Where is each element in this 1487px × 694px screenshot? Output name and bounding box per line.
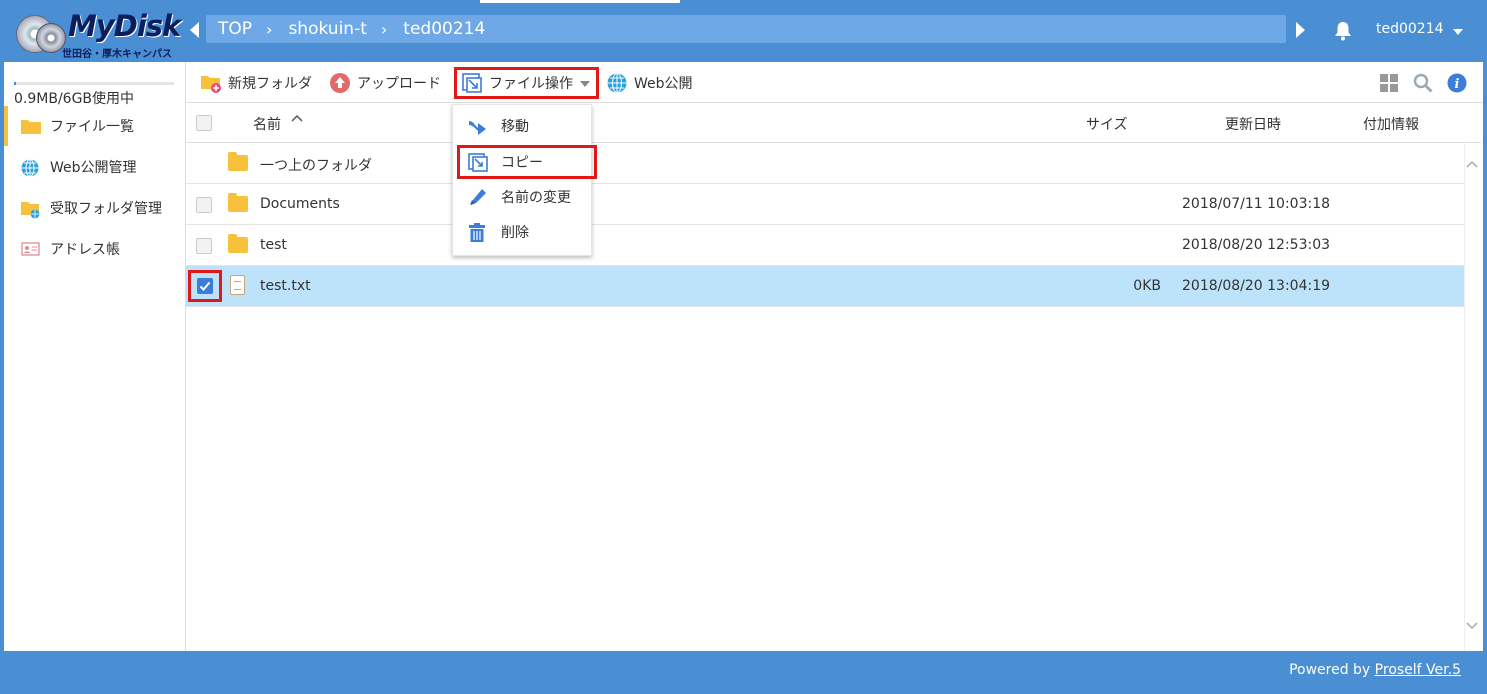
sort-ascending-icon[interactable]: [290, 112, 304, 128]
globe-icon: [20, 158, 42, 177]
trash-icon: [467, 223, 487, 242]
chevron-down-icon: [580, 81, 590, 87]
usage-text: 0.9MB/6GB使用中: [14, 91, 135, 107]
logo[interactable]: MyDisk 世田谷・厚木キャンパス: [14, 9, 181, 60]
svg-text:i: i: [1455, 77, 1460, 92]
column-header-extra[interactable]: 付加情報: [1363, 114, 1419, 134]
sidebar-item-receive-folder[interactable]: 受取フォルダ管理: [4, 188, 185, 228]
sidebar-item-label: 受取フォルダ管理: [50, 201, 162, 217]
breadcrumb-item-top[interactable]: TOP: [218, 19, 252, 39]
receive-folder-icon: [20, 199, 42, 219]
usage-bar: [14, 82, 174, 85]
menu-item-delete[interactable]: 削除: [453, 215, 593, 249]
sidebar-item-web-publish[interactable]: Web公開管理: [4, 147, 185, 187]
menu-item-label: 移動: [501, 119, 529, 135]
bell-icon[interactable]: [1334, 21, 1352, 41]
sidebar: 0.9MB/6GB使用中 ファイル一覧 Web公開管理 受取フォルダ管理 アドレ…: [4, 62, 186, 651]
row-name[interactable]: test.txt: [260, 278, 311, 294]
folder-icon: [228, 193, 248, 212]
scroll-up-icon[interactable]: [1466, 158, 1478, 172]
search-icon[interactable]: [1413, 73, 1433, 97]
toolbar-right-icons: i: [1379, 73, 1467, 97]
new-folder-label: 新規フォルダ: [228, 76, 312, 92]
sidebar-item-label: ファイル一覧: [50, 119, 134, 135]
upload-label: アップロード: [357, 76, 441, 92]
folder-icon: [228, 234, 248, 253]
chevron-down-icon[interactable]: [1453, 29, 1463, 35]
web-publish-label: Web公開: [634, 76, 693, 92]
grid-view-icon[interactable]: [1379, 73, 1399, 97]
menu-item-label: 削除: [501, 225, 529, 241]
breadcrumb-separator: ›: [266, 19, 273, 39]
sidebar-item-address-book[interactable]: アドレス帳: [4, 229, 185, 269]
sidebar-item-label: Web公開管理: [50, 160, 137, 176]
column-header-modified[interactable]: 更新日時: [1225, 114, 1281, 134]
copy-icon: [468, 153, 488, 172]
row-checkbox[interactable]: [196, 238, 212, 254]
file-operations-button[interactable]: ファイル操作: [454, 67, 599, 99]
row-name[interactable]: test: [260, 237, 287, 253]
table-row[interactable]: Documents 2018/07/11 10:03:18: [186, 184, 1464, 225]
menu-item-move[interactable]: 移動: [453, 109, 593, 143]
select-all-checkbox[interactable]: [196, 115, 212, 131]
vertical-scrollbar[interactable]: [1464, 143, 1481, 651]
row-name[interactable]: Documents: [260, 196, 340, 212]
upload-button[interactable]: アップロード: [329, 71, 441, 95]
breadcrumb-item-shokuin[interactable]: shokuin-t: [288, 19, 366, 39]
back-arrow-icon[interactable]: [190, 22, 199, 38]
breadcrumb-item-current[interactable]: ted00214: [403, 19, 485, 39]
move-icon: [467, 117, 487, 135]
checkmark-icon: [199, 281, 211, 291]
web-publish-button[interactable]: Web公開: [606, 71, 693, 95]
table-row-selected[interactable]: test.txt 0KB 2018/08/20 13:04:19: [186, 266, 1464, 307]
proself-link[interactable]: Proself Ver.5: [1375, 662, 1461, 678]
scroll-down-icon[interactable]: [1466, 620, 1478, 634]
row-modified: 2018/08/20 12:53:03: [1182, 237, 1331, 253]
powered-by: Powered by Proself Ver.5: [1289, 662, 1461, 678]
logo-subtitle: 世田谷・厚木キャンパス: [62, 49, 172, 60]
folder-icon: [20, 117, 42, 135]
breadcrumb-separator: ›: [380, 19, 388, 39]
forward-arrow-icon[interactable]: [1296, 22, 1305, 38]
menu-item-label: コピー: [501, 155, 543, 171]
new-folder-icon: [200, 72, 222, 94]
address-book-icon: [20, 240, 42, 258]
table-row[interactable]: test 2018/08/20 12:53:03: [186, 225, 1464, 266]
table-row[interactable]: 一つ上のフォルダ: [186, 143, 1464, 184]
row-name[interactable]: 一つ上のフォルダ: [260, 155, 372, 175]
table-header: 名前 サイズ 更新日時 付加情報: [186, 103, 1481, 143]
text-file-icon: [230, 275, 245, 295]
user-menu[interactable]: ted00214: [1376, 21, 1444, 37]
file-operations-menu: 移動 コピー 名前の変更 削除: [452, 104, 597, 256]
column-header-name[interactable]: 名前: [253, 114, 281, 134]
file-operations-label: ファイル操作: [489, 76, 573, 92]
menu-item-label: 名前の変更: [501, 190, 571, 206]
menu-item-rename[interactable]: 名前の変更: [453, 180, 593, 214]
row-modified: 2018/08/20 13:04:19: [1182, 278, 1331, 294]
new-folder-button[interactable]: 新規フォルダ: [200, 71, 312, 95]
toolbar: 新規フォルダ アップロード ファイル操作 Web公開 i: [186, 62, 1483, 103]
folder-icon: [228, 152, 248, 171]
sidebar-item-label: アドレス帳: [50, 242, 120, 258]
row-checkbox[interactable]: [196, 197, 212, 213]
upload-icon: [329, 72, 351, 94]
rename-icon: [467, 188, 487, 206]
file-operations-icon: [461, 72, 483, 94]
row-checkbox-checked[interactable]: [197, 278, 213, 294]
breadcrumb: TOP › shokuin-t › ted00214: [206, 15, 1286, 43]
logo-title: MyDisk: [68, 9, 181, 43]
sidebar-item-file-list[interactable]: ファイル一覧: [4, 106, 185, 146]
usage-bar-fill: [14, 82, 16, 85]
column-header-size[interactable]: サイズ: [1086, 114, 1128, 134]
menu-item-copy[interactable]: コピー: [457, 145, 597, 179]
row-modified: 2018/07/11 10:03:18: [1182, 196, 1331, 212]
powered-by-prefix: Powered by: [1289, 662, 1375, 678]
info-icon[interactable]: i: [1447, 73, 1467, 97]
row-size: 0KB: [1133, 278, 1161, 294]
footer: Powered by Proself Ver.5: [4, 651, 1483, 691]
globe-icon: [606, 72, 628, 94]
